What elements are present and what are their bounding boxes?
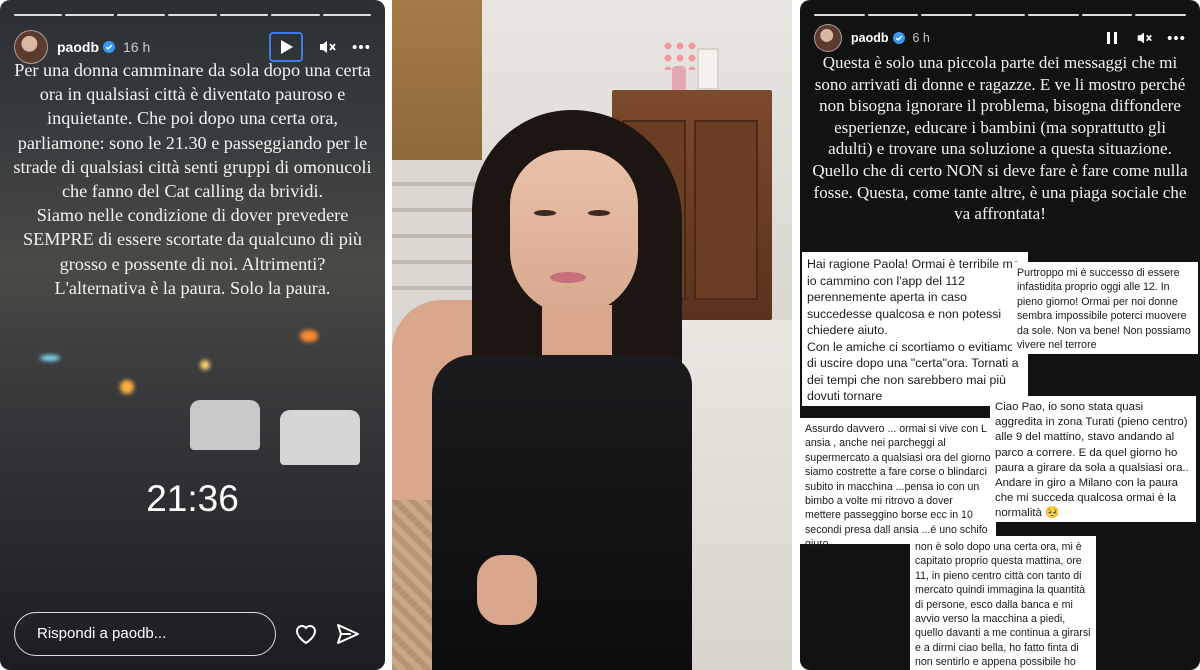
left-story-panel: paodb 16 h Per una donna camminare da so… xyxy=(0,0,385,670)
lips xyxy=(550,272,586,283)
more-icon[interactable] xyxy=(1166,28,1186,48)
send-icon[interactable] xyxy=(334,620,362,648)
parked-car xyxy=(280,410,360,465)
progress-segment xyxy=(116,14,166,16)
story-progress xyxy=(814,14,1187,16)
progress-segment xyxy=(921,14,972,16)
progress-segment xyxy=(271,14,320,16)
story-progress xyxy=(14,14,371,16)
username[interactable]: paodb xyxy=(57,39,99,55)
progress-segment xyxy=(1135,14,1187,16)
neon-sign xyxy=(40,355,60,361)
progress-segment xyxy=(1081,14,1133,16)
message-screenshot: non è solo dopo una certa ora, mi è capi… xyxy=(910,536,1096,670)
progress-segment xyxy=(219,14,269,16)
message-text: Hai ragione Paola! Ormai è terribile ma … xyxy=(807,257,1020,403)
hand xyxy=(477,555,537,625)
progress-segment xyxy=(65,14,114,16)
face xyxy=(510,150,638,315)
message-screenshot: Purtroppo mi è successo di essere infast… xyxy=(1012,262,1198,354)
reply-input[interactable]: Rispondi a paodb... xyxy=(14,612,276,656)
vase xyxy=(672,66,686,92)
street-light xyxy=(300,330,318,342)
mute-icon[interactable] xyxy=(317,37,337,57)
message-screenshot: Assurdo davvero ... ormai si vive con L … xyxy=(800,418,996,550)
center-photo xyxy=(392,0,792,670)
eye xyxy=(588,210,610,216)
street-light xyxy=(120,380,134,394)
verified-icon xyxy=(892,32,905,44)
progress-segment xyxy=(867,14,919,16)
heart-icon[interactable] xyxy=(292,620,320,648)
message-screenshot: Ciao Pao, io sono stata quasi aggredita … xyxy=(990,396,1196,522)
message-text: Ciao Pao, io sono stata quasi aggredita … xyxy=(995,401,1189,520)
progress-segment xyxy=(168,14,217,16)
progress-segment xyxy=(814,14,865,16)
black-dress xyxy=(432,355,692,670)
progress-segment xyxy=(974,14,1026,16)
progress-segment xyxy=(322,14,371,16)
right-story-panel: paodb 6 h Questa è solo una piccola part… xyxy=(800,0,1200,670)
eye xyxy=(534,210,556,216)
story-caption: Per una donna camminare da sola dopo una… xyxy=(13,60,372,298)
story-header: paodb 6 h xyxy=(814,22,1186,54)
story-caption: Questa è solo una piccola parte dei mess… xyxy=(812,53,1188,224)
message-screenshot: Hai ragione Paola! Ormai è terribile ma … xyxy=(802,252,1028,406)
progress-segment xyxy=(1028,14,1079,16)
parked-car xyxy=(190,400,260,450)
clock-sticker: 21:36 xyxy=(146,478,239,519)
story-time: 6 h xyxy=(912,31,930,45)
street-light xyxy=(200,360,210,370)
story-time: 16 h xyxy=(123,39,151,55)
verified-icon xyxy=(103,41,115,53)
username[interactable]: paodb xyxy=(851,31,889,45)
message-text: non è solo dopo una certa ora, mi è capi… xyxy=(915,541,1091,669)
message-text: Assurdo davvero ... ormai si vive con L … xyxy=(805,423,991,551)
message-text: Purtroppo mi è successo di essere infast… xyxy=(1017,267,1191,352)
more-icon[interactable] xyxy=(351,37,371,57)
progress-segment xyxy=(14,14,63,16)
lantern xyxy=(697,48,719,90)
mute-icon[interactable] xyxy=(1134,28,1154,48)
pause-icon[interactable] xyxy=(1102,28,1122,48)
avatar[interactable] xyxy=(814,24,842,52)
